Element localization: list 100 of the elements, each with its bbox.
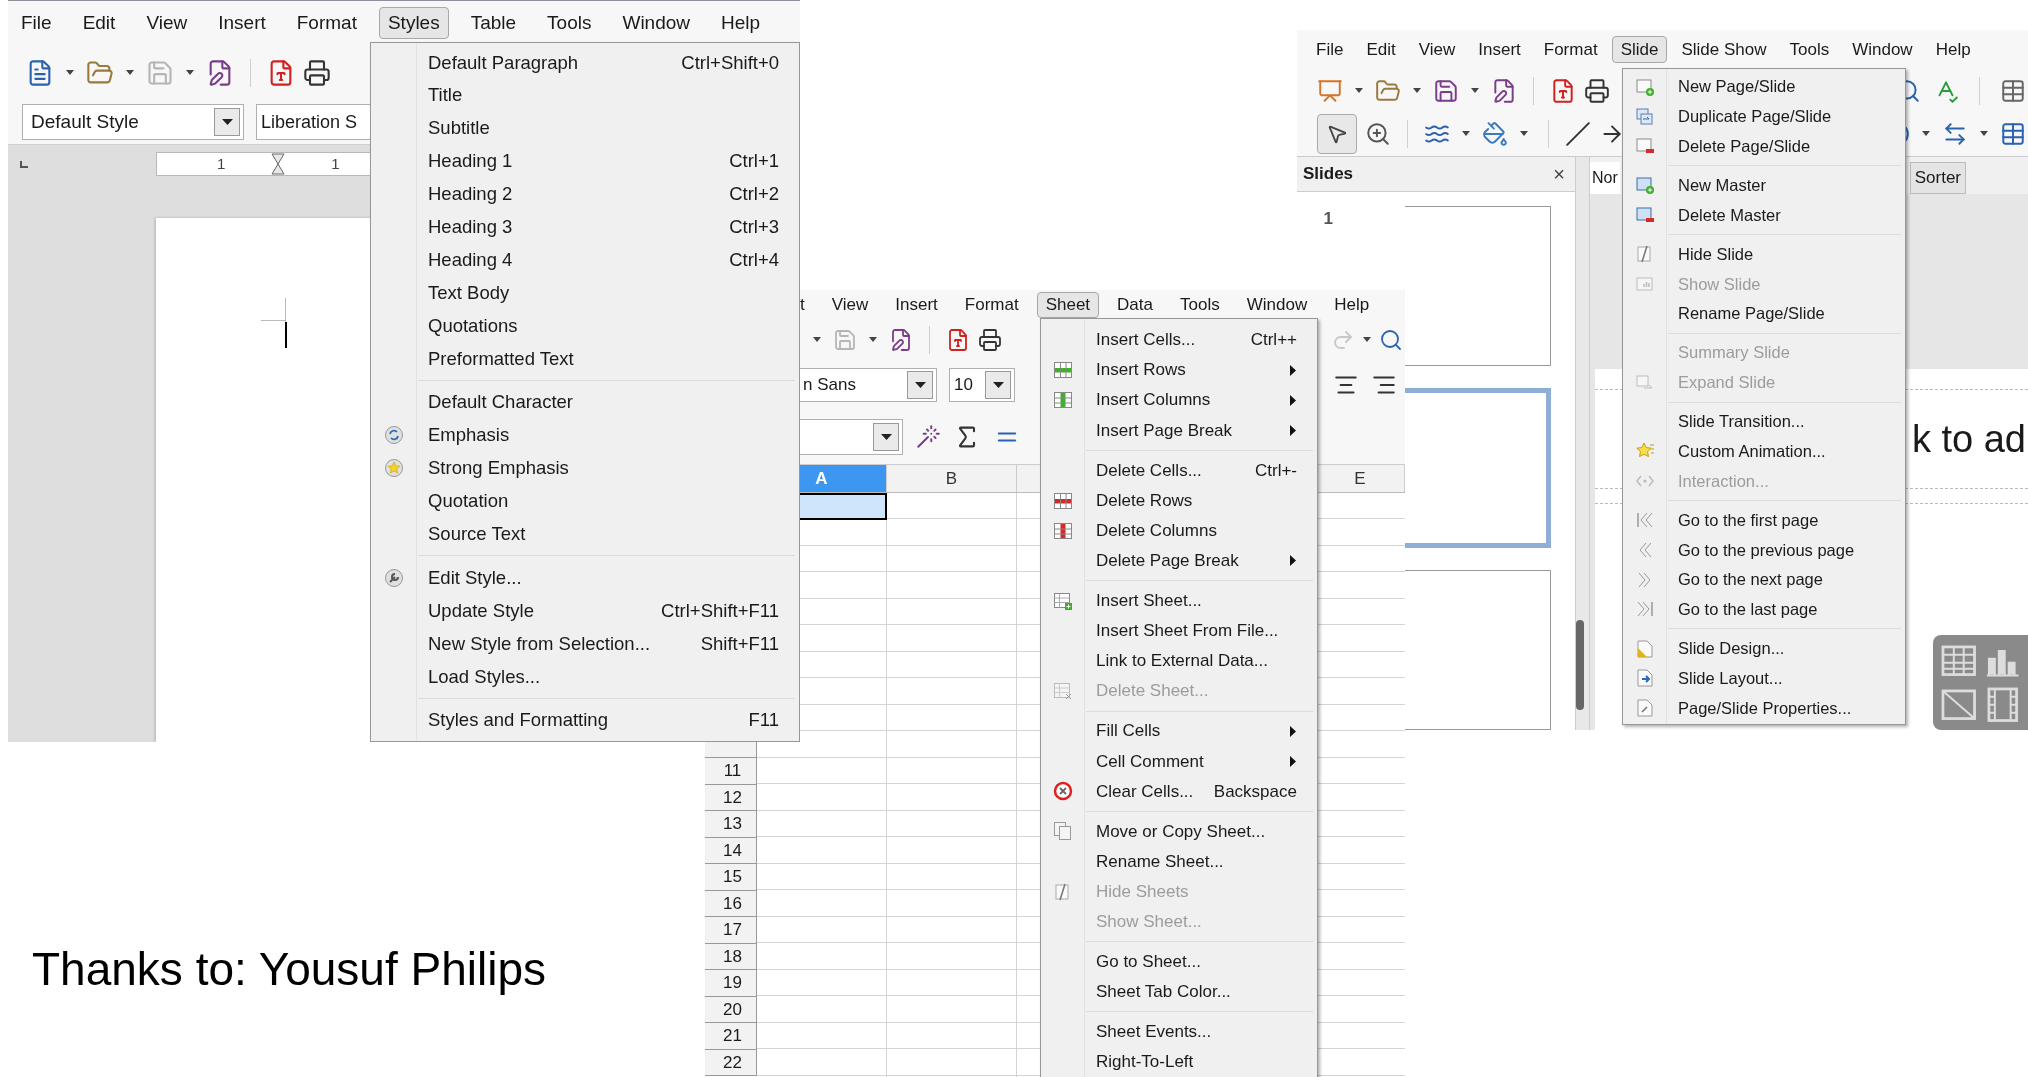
menu-item[interactable]: Delete Columns xyxy=(1041,515,1317,546)
view-tab[interactable]: Nor xyxy=(1590,162,1620,194)
menu-bar-item[interactable]: View xyxy=(137,7,197,39)
font-size-field[interactable]: 10 xyxy=(949,368,1015,402)
menu-item[interactable]: Styles and Formatting F11 xyxy=(371,703,799,737)
menu-bar-item[interactable]: Edit xyxy=(73,7,125,39)
menu-item[interactable]: Delete Rows xyxy=(1041,485,1317,516)
menu-item[interactable]: Go to the previous page xyxy=(1623,535,1905,565)
menu-item[interactable]: Update Style Ctrl+Shift+F11 xyxy=(371,594,799,628)
menu-bar-item[interactable]: Insert xyxy=(209,7,275,39)
menu-item[interactable]: Delete Page/Slide xyxy=(1623,131,1905,162)
menu-bar-item[interactable]: Window xyxy=(613,7,700,39)
menu-item[interactable]: Delete Master xyxy=(1623,200,1905,230)
row-header: 20 xyxy=(705,996,757,1023)
menu-item[interactable]: Slide Layout... xyxy=(1623,663,1905,694)
menu-item[interactable]: Delete Cells... Ctrl+- xyxy=(1041,455,1317,486)
menu-item[interactable]: Heading 4 Ctrl+4 xyxy=(371,243,799,277)
menu-item[interactable]: Heading 2 Ctrl+2 xyxy=(371,177,799,211)
menu-item[interactable]: Emphasis xyxy=(371,418,799,452)
menu-bar-item[interactable]: Insert xyxy=(886,292,947,318)
row-header: 14 xyxy=(705,837,757,864)
menu-bar-item[interactable]: Edit xyxy=(1357,36,1405,64)
menu-item[interactable]: New Master xyxy=(1623,170,1905,201)
menu-item[interactable]: Load Styles... xyxy=(371,660,799,693)
menu-item[interactable]: Edit Style... xyxy=(371,561,799,595)
close-button[interactable]: × xyxy=(1549,159,1569,189)
menu-item[interactable]: Go to the next page xyxy=(1623,564,1905,595)
menu-bar-item[interactable]: Window xyxy=(1237,292,1317,318)
menu-bar-item[interactable]: Tools xyxy=(1780,36,1839,64)
menu-item[interactable]: Rename Sheet... xyxy=(1041,846,1317,877)
menu-item[interactable]: Quotations xyxy=(371,309,799,342)
menu-bar-item[interactable]: View xyxy=(822,292,878,318)
row-header: 19 xyxy=(705,970,757,997)
shortcut-label: Ctrl+Shift+F11 xyxy=(660,598,779,623)
menu-item[interactable]: Heading 1 Ctrl+1 xyxy=(371,144,799,178)
shortcut-label: Ctrl++ xyxy=(1249,329,1297,352)
placeholder-text: k to ad xyxy=(1911,416,2027,462)
menu-item[interactable]: Custom Animation... xyxy=(1623,436,1905,467)
view-tab[interactable]: Sorter xyxy=(1909,162,1966,194)
menu-item[interactable]: Insert Columns xyxy=(1041,385,1317,416)
row-header: 18 xyxy=(705,943,757,970)
shortcut-label: Ctrl+3 xyxy=(728,215,779,239)
menu-item[interactable]: New Style from Selection... Shift+F11 xyxy=(371,627,799,661)
paragraph-style-field[interactable]: Default Style xyxy=(22,104,244,140)
menu-item[interactable]: Insert Sheet From File... xyxy=(1041,615,1317,646)
menu-bar-item[interactable]: View xyxy=(1409,36,1465,64)
menu-item[interactable]: Sheet Tab Color... xyxy=(1041,976,1317,1007)
shortcut-label: Ctrl+1 xyxy=(728,149,779,174)
row-header: 16 xyxy=(705,890,757,917)
menu-item[interactable]: Move or Copy Sheet... xyxy=(1041,816,1317,847)
menu-bar-item[interactable]: Help xyxy=(1325,292,1379,318)
menu-bar-item[interactable]: Help xyxy=(1926,36,1980,64)
menu-bar-item[interactable]: Slide xyxy=(1611,36,1668,64)
ruler-label: 1 xyxy=(331,153,340,174)
slide-number: 1 xyxy=(1322,208,1334,230)
row-header: 15 xyxy=(705,864,757,891)
menu-bar-item[interactable]: File xyxy=(1307,36,1353,64)
menu-bar-item[interactable]: Sheet xyxy=(1036,292,1100,318)
menu-bar-item[interactable]: Table xyxy=(461,7,526,39)
credit-text: Thanks to: Yousuf Philips xyxy=(32,943,546,995)
column-header[interactable]: B xyxy=(887,465,1017,492)
menu-bar-item[interactable]: Format xyxy=(955,292,1028,318)
menu-bar-item[interactable]: Insert xyxy=(1469,36,1530,64)
menu-item[interactable]: Source Text xyxy=(371,517,799,551)
menu-item[interactable]: Link to External Data... xyxy=(1041,645,1317,677)
menu-bar-item[interactable]: Data xyxy=(1108,292,1162,318)
menu-item[interactable]: Delete Page Break xyxy=(1041,545,1317,576)
menu-item[interactable]: Heading 3 Ctrl+3 xyxy=(371,210,799,244)
menu-bar-item[interactable]: File xyxy=(12,7,61,39)
menu-bar-item[interactable]: Window xyxy=(1843,36,1922,64)
menu-item[interactable]: Fill Cells xyxy=(1041,716,1317,747)
menu-bar-item[interactable]: Styles xyxy=(378,7,449,39)
menu-item[interactable]: Rename Page/Slide xyxy=(1623,298,1905,329)
row-header: 11 xyxy=(705,758,757,785)
menu-item[interactable]: Right-To-Left xyxy=(1041,1047,1317,1077)
menu-bar-item[interactable]: Tools xyxy=(1171,292,1229,318)
menu-bar-item[interactable]: Slide Show xyxy=(1672,36,1776,64)
menu-item[interactable]: Text Body xyxy=(371,276,799,310)
menu-item[interactable]: Cell Comment xyxy=(1041,746,1317,777)
menu-item[interactable]: Go to Sheet... xyxy=(1041,946,1317,977)
menu-bar-item[interactable]: Format xyxy=(1534,36,1607,64)
menu-item[interactable]: Insert Sheet... xyxy=(1041,585,1317,616)
row-header: 21 xyxy=(705,1023,757,1050)
menu-item[interactable]: Hide Slide xyxy=(1623,239,1905,270)
shortcut-label: Ctrl+Shift+0 xyxy=(680,50,779,75)
menu-item[interactable]: Clear Cells... Backspace xyxy=(1041,776,1317,807)
shortcut-label: Backspace xyxy=(1212,780,1297,803)
menu-item[interactable]: Slide Design... xyxy=(1623,633,1905,664)
menu-item[interactable]: Insert Rows xyxy=(1041,355,1317,386)
menu-item[interactable]: Slide Transition... xyxy=(1623,406,1905,437)
menu-item[interactable]: Duplicate Page/Slide xyxy=(1623,101,1905,132)
menu-item[interactable]: Go to the last page xyxy=(1623,594,1905,625)
row-header: 22 xyxy=(705,1049,757,1076)
menu-item[interactable]: Page/Slide Properties... xyxy=(1623,693,1905,723)
menu-item[interactable]: Go to the first page xyxy=(1623,505,1905,536)
menu-item[interactable]: New Page/Slide xyxy=(1623,72,1905,102)
menu-bar-item[interactable]: Format xyxy=(287,7,366,39)
menu-item[interactable]: Sheet Events... xyxy=(1041,1016,1317,1048)
menu-bar-item[interactable]: Help xyxy=(712,7,770,39)
menu-bar-item[interactable]: Tools xyxy=(538,7,601,39)
